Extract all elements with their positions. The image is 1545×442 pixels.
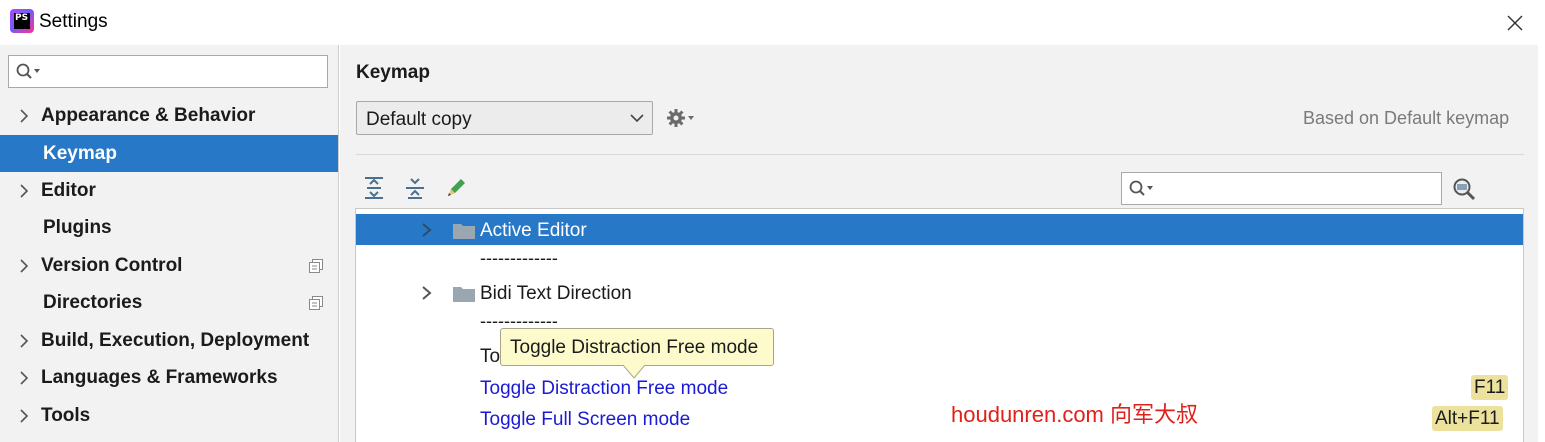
shortcut-badge: Alt+F11 — [1432, 406, 1503, 431]
sidebar-item-label: Appearance & Behavior — [41, 105, 256, 126]
sidebar-item-plugins[interactable]: Plugins — [0, 209, 338, 246]
tree-row-separator: ------------- — [356, 246, 1523, 277]
sidebar-item-label: Editor — [41, 180, 96, 201]
tree-row-label: Toggle Distraction Free mode — [480, 378, 729, 399]
gear-icon — [667, 109, 694, 127]
sidebar-item-version-control[interactable]: Version Control — [0, 247, 338, 284]
chevron-right-icon[interactable] — [18, 108, 30, 124]
edit-shortcut-button[interactable] — [444, 176, 468, 200]
folder-icon — [453, 287, 475, 302]
page-title: Keymap — [356, 62, 430, 83]
tree-row-action[interactable]: Toggle Full Screen mode Alt+F11 — [356, 403, 1523, 434]
chevron-right-icon[interactable] — [420, 221, 434, 239]
collapse-all-icon — [406, 178, 424, 199]
tree-row-label: Toggle Full Screen mode — [480, 409, 691, 430]
keymap-settings-button[interactable] — [666, 106, 698, 130]
sidebar-item-label: Plugins — [43, 217, 112, 238]
separator-text: ------------- — [480, 248, 558, 268]
tree-row-label: Bidi Text Direction — [480, 283, 632, 304]
tree-row-folder[interactable]: Active Editor — [356, 214, 1523, 245]
window-title: Settings — [39, 11, 108, 32]
sidebar-item-label: Keymap — [43, 143, 117, 164]
project-settings-icon — [309, 259, 323, 273]
keymap-panel: Keymap Default copy Based on Default key… — [340, 45, 1538, 442]
sidebar-item-label: Languages & Frameworks — [41, 367, 278, 388]
close-icon — [1507, 15, 1523, 31]
chevron-right-icon[interactable] — [18, 408, 30, 424]
tooltip: Toggle Distraction Free mode — [500, 328, 774, 366]
tooltip-text: Toggle Distraction Free mode — [510, 337, 759, 358]
sidebar-item-build-execution-deployment[interactable]: Build, Execution, Deployment — [0, 322, 338, 359]
app-icon-text: PS — [14, 13, 30, 29]
based-on-label: Based on Default keymap — [1303, 108, 1510, 128]
tree-row-action[interactable]: Toggle Distraction Free mode F11 — [356, 372, 1523, 403]
sidebar-item-label: Build, Execution, Deployment — [41, 330, 310, 351]
sidebar-search-box[interactable] — [8, 55, 328, 88]
window-edge — [1538, 45, 1545, 442]
shortcut-badge: F11 — [1471, 375, 1509, 400]
watermark-text: houdunren.com 向军大叔 — [951, 402, 1198, 427]
sidebar-item-editor[interactable]: Editor — [0, 172, 338, 209]
sidebar-search-input[interactable] — [47, 60, 322, 84]
chevron-down-icon — [630, 114, 644, 123]
sidebar-item-label: Tools — [41, 405, 91, 426]
find-by-shortcut-icon — [1453, 178, 1476, 201]
sidebar-item-label: Version Control — [41, 255, 183, 276]
folder-icon — [453, 224, 475, 239]
project-settings-icon — [309, 296, 323, 310]
keymap-search-input[interactable] — [1160, 177, 1435, 201]
keymap-search-box[interactable] — [1121, 172, 1442, 205]
close-button[interactable] — [1501, 9, 1529, 37]
title-bar: PS Settings — [0, 0, 1545, 45]
edit-icon — [448, 179, 465, 196]
collapse-all-button[interactable] — [403, 176, 427, 200]
settings-sidebar: Appearance & Behavior Keymap Editor Plug… — [0, 45, 339, 442]
sidebar-item-directories[interactable]: Directories — [0, 284, 338, 321]
expand-all-icon — [365, 177, 383, 199]
sidebar-item-tools[interactable]: Tools — [0, 397, 338, 434]
find-by-shortcut-button[interactable] — [1451, 176, 1477, 202]
phpstorm-app-icon: PS — [10, 9, 34, 33]
keymap-actions-tree: Active Editor ------------- Bidi Text Di… — [355, 208, 1524, 442]
tree-row-folder[interactable]: Bidi Text Direction — [356, 277, 1523, 308]
chevron-right-icon[interactable] — [18, 333, 30, 349]
tooltip-pointer — [623, 365, 645, 379]
chevron-right-icon[interactable] — [18, 183, 30, 199]
tree-row-label: Active Editor — [480, 220, 587, 241]
sidebar-item-languages-frameworks[interactable]: Languages & Frameworks — [0, 359, 338, 396]
chevron-right-icon[interactable] — [420, 284, 434, 302]
keymap-dropdown[interactable]: Default copy — [356, 101, 653, 135]
keymap-dropdown-value: Default copy — [366, 109, 472, 130]
search-icon[interactable] — [15, 62, 45, 82]
chevron-right-icon[interactable] — [18, 258, 30, 274]
sidebar-item-label: Directories — [43, 292, 143, 313]
chevron-right-icon[interactable] — [18, 370, 30, 386]
sidebar-item-appearance-behavior[interactable]: Appearance & Behavior — [0, 97, 338, 134]
search-icon[interactable] — [1128, 179, 1158, 199]
expand-all-button[interactable] — [362, 176, 386, 200]
divider — [356, 154, 1524, 155]
sidebar-item-keymap[interactable]: Keymap — [0, 135, 338, 172]
